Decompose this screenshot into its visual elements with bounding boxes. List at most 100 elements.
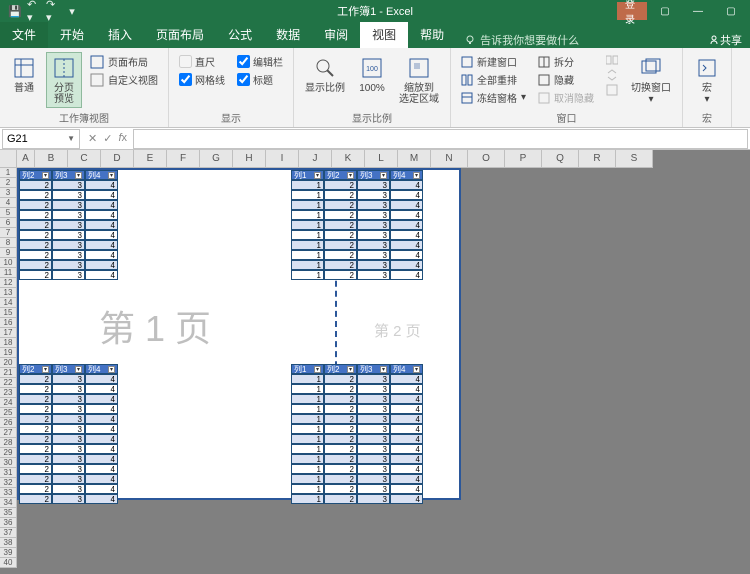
table-cell[interactable]: 2 xyxy=(19,494,52,504)
table-cell[interactable]: 4 xyxy=(390,394,423,404)
table-cell[interactable]: 1 xyxy=(291,394,324,404)
column-header[interactable]: J xyxy=(299,150,332,168)
table-cell[interactable]: 3 xyxy=(357,424,390,434)
table-cell[interactable]: 3 xyxy=(357,494,390,504)
row-header[interactable]: 27 xyxy=(0,428,17,438)
login-button[interactable]: 登录 xyxy=(617,2,647,20)
row-header[interactable]: 1 xyxy=(0,168,17,178)
table-cell[interactable]: 2 xyxy=(324,444,357,454)
table-cell[interactable]: 3 xyxy=(357,454,390,464)
table-cell[interactable]: 1 xyxy=(291,260,324,270)
hide-button[interactable]: 隐藏 xyxy=(538,72,594,87)
row-header[interactable]: 28 xyxy=(0,438,17,448)
table-cell[interactable]: 3 xyxy=(52,474,85,484)
table-cell[interactable]: 2 xyxy=(19,190,52,200)
table-cell[interactable]: 3 xyxy=(357,210,390,220)
column-header[interactable]: R xyxy=(579,150,616,168)
split-button[interactable]: 拆分 xyxy=(538,54,594,69)
table-cell[interactable]: 1 xyxy=(291,210,324,220)
table-cell[interactable]: 4 xyxy=(390,424,423,434)
table-cell[interactable]: 2 xyxy=(324,270,357,280)
table-cell[interactable]: 3 xyxy=(52,404,85,414)
row-header[interactable]: 21 xyxy=(0,368,17,378)
table-cell[interactable]: 2 xyxy=(324,424,357,434)
table-cell[interactable]: 2 xyxy=(324,374,357,384)
table-cell[interactable]: 4 xyxy=(85,374,118,384)
filter-dropdown-icon[interactable]: ▾ xyxy=(108,366,115,373)
table-cell[interactable]: 1 xyxy=(291,374,324,384)
table-cell[interactable]: 3 xyxy=(357,230,390,240)
row-header[interactable]: 19 xyxy=(0,348,17,358)
table-cell[interactable]: 3 xyxy=(357,444,390,454)
table-cell[interactable]: 2 xyxy=(324,180,357,190)
row-header[interactable]: 26 xyxy=(0,418,17,428)
table-cell[interactable]: 1 xyxy=(291,200,324,210)
table-cell[interactable]: 3 xyxy=(52,230,85,240)
table-header-cell[interactable]: 列2▾ xyxy=(324,170,357,180)
table-cell[interactable]: 2 xyxy=(19,394,52,404)
row-header[interactable]: 18 xyxy=(0,338,17,348)
normal-view-button[interactable]: 普通 xyxy=(6,52,42,97)
table-cell[interactable]: 3 xyxy=(52,190,85,200)
column-header[interactable]: I xyxy=(266,150,299,168)
tab-data[interactable]: 数据 xyxy=(264,21,312,48)
table-cell[interactable]: 3 xyxy=(357,200,390,210)
row-header[interactable]: 24 xyxy=(0,398,17,408)
table-cell[interactable]: 4 xyxy=(390,454,423,464)
filter-dropdown-icon[interactable]: ▾ xyxy=(380,172,387,179)
table-cell[interactable]: 3 xyxy=(357,240,390,250)
table-cell[interactable]: 3 xyxy=(357,474,390,484)
tell-me[interactable]: 告诉我你想要做什么 xyxy=(464,32,579,48)
column-header[interactable]: F xyxy=(167,150,200,168)
table-cell[interactable]: 4 xyxy=(390,180,423,190)
table-cell[interactable]: 3 xyxy=(357,404,390,414)
headings-checkbox[interactable]: 标题 xyxy=(237,72,283,87)
table-cell[interactable]: 4 xyxy=(390,474,423,484)
column-header[interactable]: G xyxy=(200,150,233,168)
unhide-button[interactable]: 取消隐藏 xyxy=(538,90,594,105)
column-header[interactable]: C xyxy=(68,150,101,168)
row-header[interactable]: 12 xyxy=(0,278,17,288)
save-icon[interactable]: 💾 xyxy=(8,4,22,18)
table-cell[interactable]: 4 xyxy=(85,220,118,230)
formulabar-checkbox[interactable]: 编辑栏 xyxy=(237,54,283,69)
row-header[interactable]: 38 xyxy=(0,538,17,548)
namebox-dropdown-icon[interactable]: ▼ xyxy=(67,134,75,143)
column-header[interactable]: B xyxy=(35,150,68,168)
row-header[interactable]: 2 xyxy=(0,178,17,188)
row-header[interactable]: 15 xyxy=(0,308,17,318)
table-header-cell[interactable]: 列4▾ xyxy=(85,364,118,374)
new-window-button[interactable]: 新建窗口 xyxy=(461,54,526,69)
enter-formula-icon[interactable]: ✓ xyxy=(103,132,112,145)
row-header[interactable]: 33 xyxy=(0,488,17,498)
table-cell[interactable]: 2 xyxy=(324,384,357,394)
zoom-selection-button[interactable]: 缩放到 选定区域 xyxy=(394,52,444,108)
table-cell[interactable]: 2 xyxy=(324,484,357,494)
table-cell[interactable]: 3 xyxy=(357,384,390,394)
table-cell[interactable]: 1 xyxy=(291,464,324,474)
table-cell[interactable]: 1 xyxy=(291,190,324,200)
table-cell[interactable]: 3 xyxy=(357,464,390,474)
share-button[interactable]: 共享 xyxy=(708,32,742,48)
arrange-all-button[interactable]: 全部重排 xyxy=(461,72,526,87)
tab-home[interactable]: 开始 xyxy=(48,21,96,48)
table-cell[interactable]: 2 xyxy=(324,210,357,220)
table-cell[interactable]: 3 xyxy=(357,220,390,230)
table-cell[interactable]: 1 xyxy=(291,240,324,250)
table-cell[interactable]: 1 xyxy=(291,434,324,444)
table-cell[interactable]: 4 xyxy=(390,374,423,384)
table-cell[interactable]: 3 xyxy=(52,484,85,494)
row-header[interactable]: 14 xyxy=(0,298,17,308)
filter-dropdown-icon[interactable]: ▾ xyxy=(75,172,82,179)
table-cell[interactable]: 4 xyxy=(390,464,423,474)
row-header[interactable]: 9 xyxy=(0,248,17,258)
column-header[interactable]: D xyxy=(101,150,134,168)
row-header[interactable]: 10 xyxy=(0,258,17,268)
table-cell[interactable]: 2 xyxy=(324,464,357,474)
qat-customize-icon[interactable]: ▾ xyxy=(65,4,79,18)
reset-window-button[interactable] xyxy=(606,84,618,96)
table-cell[interactable]: 3 xyxy=(52,240,85,250)
table-cell[interactable]: 2 xyxy=(19,220,52,230)
zoom-button[interactable]: 显示比例 xyxy=(300,52,350,97)
table-cell[interactable]: 4 xyxy=(390,240,423,250)
